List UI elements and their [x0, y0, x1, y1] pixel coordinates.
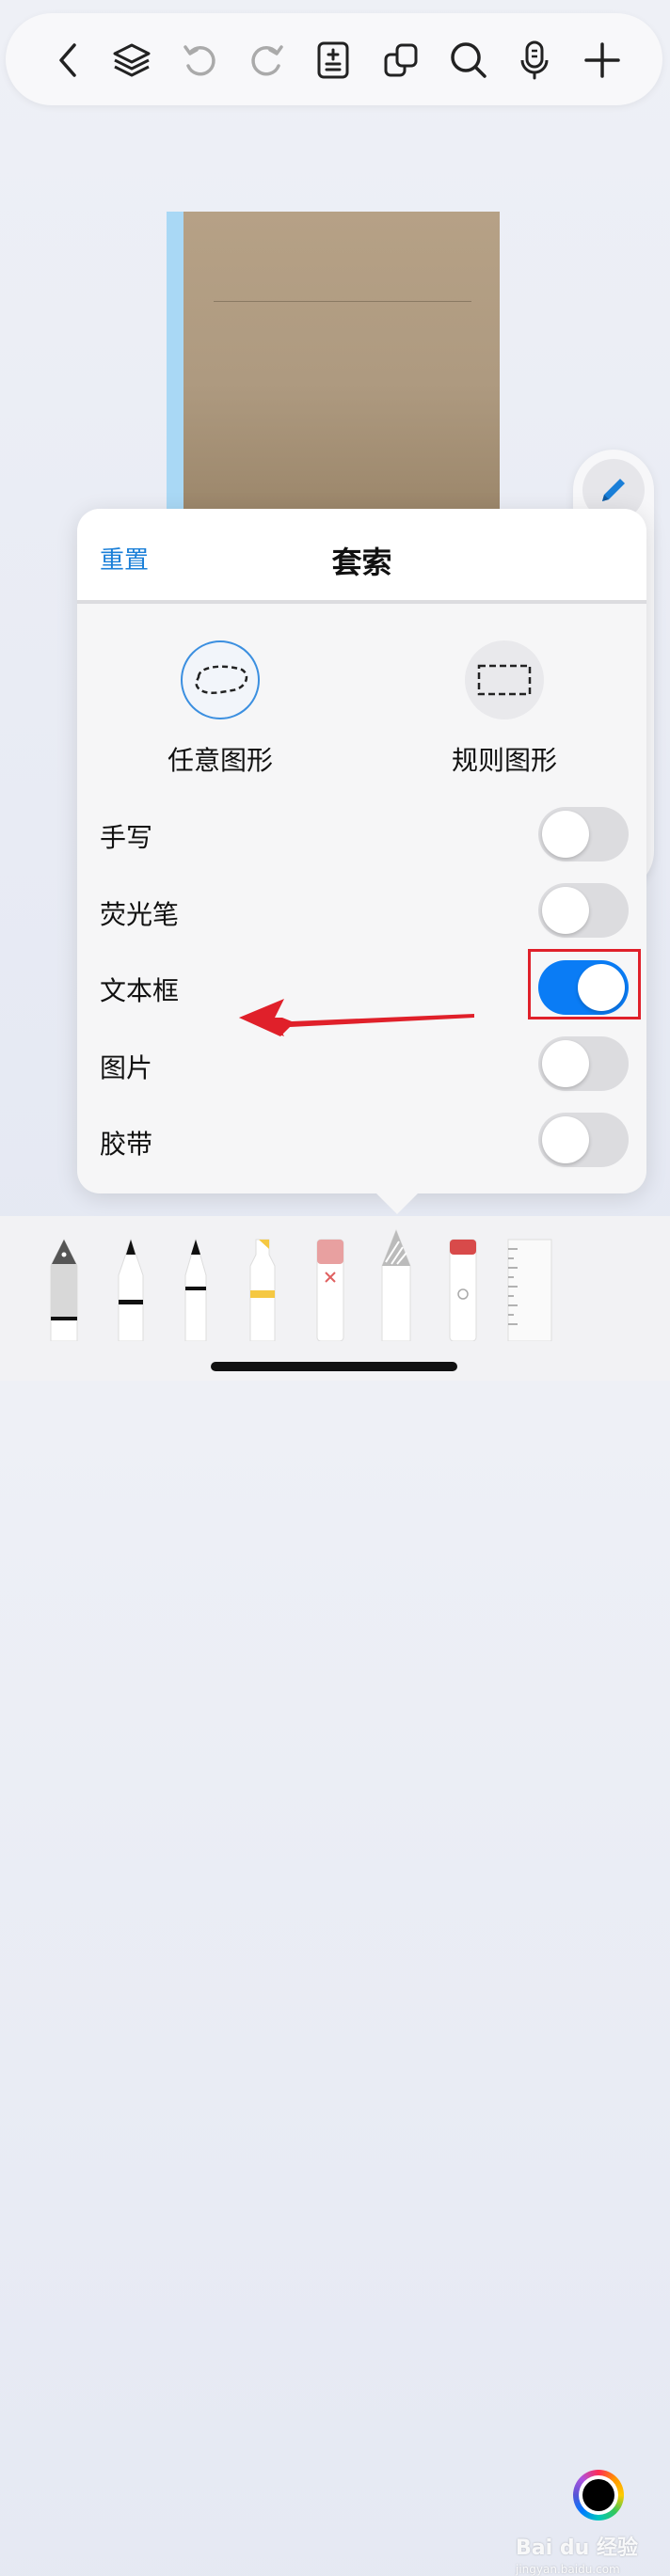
- layers-icon[interactable]: [109, 38, 154, 83]
- ruler-icon[interactable]: [506, 1238, 553, 1341]
- option-label-tape: 胶带: [100, 1129, 153, 1160]
- tape-tool-icon[interactable]: [448, 1238, 478, 1341]
- lasso-settings-popup: 重置 套索 任意图形 规则图形 手写 荧光笔 文本框 图片 胶带: [77, 509, 646, 1193]
- toggle-handwriting[interactable]: [538, 807, 629, 861]
- selected-color-swatch: [582, 2479, 614, 2511]
- option-label-image: 图片: [100, 1052, 153, 1083]
- undo-icon[interactable]: [177, 38, 222, 83]
- rectangle-shape-label: 规则图形: [451, 745, 557, 776]
- toggle-knob: [542, 1116, 589, 1163]
- highlighter-icon[interactable]: [247, 1238, 279, 1341]
- color-picker-button[interactable]: [573, 2470, 624, 2521]
- toggle-knob: [542, 887, 589, 934]
- copy-icon[interactable]: [378, 38, 423, 83]
- plus-icon[interactable]: [580, 38, 625, 83]
- option-label-highlighter: 荧光笔: [100, 899, 180, 930]
- page-ruled-line: [214, 301, 471, 302]
- back-icon[interactable]: [47, 38, 92, 83]
- watermark-logo: Bai du 经验: [516, 2536, 638, 2560]
- top-toolbar: [6, 13, 662, 105]
- microphone-icon[interactable]: [512, 38, 557, 83]
- toggle-highlighter[interactable]: [538, 883, 629, 938]
- header-divider: [77, 600, 646, 604]
- toggle-knob: [542, 811, 589, 858]
- watermark-url: jingyan.baidu.com: [516, 2563, 620, 2576]
- annotation-arrow: [239, 999, 474, 1036]
- popup-header: 重置 套索: [77, 509, 646, 600]
- popup-title: 套索: [331, 545, 392, 580]
- toggle-knob: [542, 1040, 589, 1087]
- toggle-image[interactable]: [538, 1036, 629, 1091]
- popup-pointer: [373, 1190, 422, 1214]
- rectangle-shape-option[interactable]: [465, 640, 544, 719]
- fountain-pen-icon[interactable]: [45, 1238, 83, 1341]
- toggle-tape[interactable]: [538, 1113, 629, 1167]
- rectangle-lasso-icon: [477, 664, 532, 696]
- freeform-shape-label: 任意图形: [167, 745, 273, 776]
- page-edge: [167, 212, 183, 522]
- annotation-highlight-box: [528, 949, 641, 1019]
- option-label-textbox: 文本框: [100, 975, 180, 1006]
- option-label-handwriting: 手写: [100, 822, 153, 853]
- pencil-tool-icon[interactable]: [182, 1238, 210, 1341]
- page-adjust-icon[interactable]: [311, 38, 356, 83]
- freeform-lasso-icon: [195, 665, 248, 694]
- lasso-tool-icon[interactable]: [380, 1228, 412, 1341]
- freeform-shape-option[interactable]: [181, 640, 260, 719]
- tool-tray: Bai du 经验 jingyan.baidu.com: [0, 1216, 670, 2576]
- eraser-icon[interactable]: [315, 1238, 345, 1341]
- search-icon[interactable]: [446, 38, 491, 83]
- home-indicator[interactable]: [211, 1362, 457, 1371]
- notebook-page[interactable]: [183, 212, 500, 522]
- ballpoint-pen-icon[interactable]: [115, 1238, 147, 1341]
- redo-icon[interactable]: [245, 38, 290, 83]
